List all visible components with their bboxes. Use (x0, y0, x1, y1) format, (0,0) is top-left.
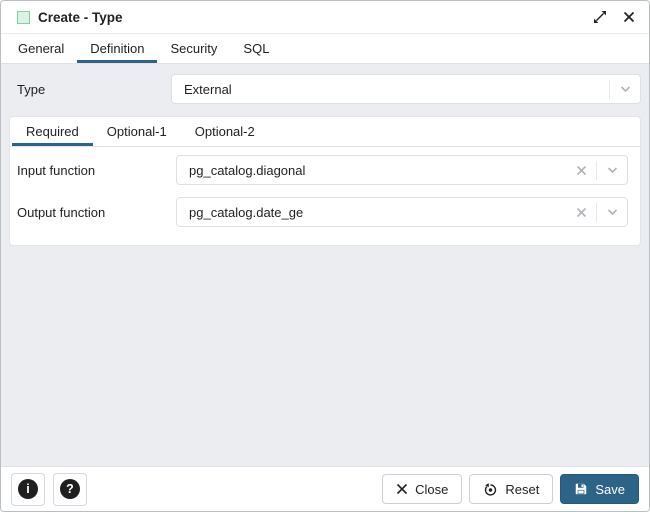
subtab-required[interactable]: Required (12, 117, 93, 146)
type-icon (17, 11, 30, 24)
save-button-label: Save (595, 482, 625, 497)
output-function-row: Output function pg_catalog.date_ge (10, 197, 628, 227)
reset-button-label: Reset (505, 482, 539, 497)
input-function-label: Input function (10, 163, 176, 178)
close-x-icon (396, 483, 408, 495)
subtabbar: Required Optional-1 Optional-2 (10, 117, 640, 147)
tab-sql[interactable]: SQL (230, 34, 282, 63)
input-function-value: pg_catalog.diagonal (189, 163, 576, 178)
reset-icon (483, 482, 498, 497)
subtab-optional-2[interactable]: Optional-2 (181, 117, 269, 146)
chevron-down-icon[interactable] (610, 85, 640, 93)
output-function-select[interactable]: pg_catalog.date_ge (176, 197, 628, 227)
chevron-down-icon[interactable] (597, 208, 627, 216)
maximize-icon[interactable] (593, 10, 607, 24)
help-icon: ? (60, 479, 80, 499)
info-button[interactable]: i (11, 473, 45, 506)
dialog-title: Create - Type (38, 10, 123, 25)
input-function-select[interactable]: pg_catalog.diagonal (176, 155, 628, 185)
dialog-footer: i ? Close (1, 466, 649, 511)
required-subtab-panel: Input function pg_catalog.diagonal (10, 147, 640, 245)
tab-security[interactable]: Security (157, 34, 230, 63)
input-function-row: Input function pg_catalog.diagonal (10, 155, 628, 185)
subtab-optional-1[interactable]: Optional-1 (93, 117, 181, 146)
type-select-value: External (184, 82, 609, 97)
chevron-down-icon[interactable] (597, 166, 627, 174)
tab-definition[interactable]: Definition (77, 34, 157, 63)
info-icon: i (18, 479, 38, 499)
reset-button[interactable]: Reset (469, 474, 553, 504)
create-type-dialog: Create - Type General Definition Securit… (0, 0, 650, 512)
clear-icon[interactable] (576, 165, 587, 176)
main-tabbar: General Definition Security SQL (1, 34, 649, 64)
output-function-value: pg_catalog.date_ge (189, 205, 576, 220)
type-field-row: Type External (9, 74, 641, 104)
close-icon[interactable] (623, 11, 635, 23)
definition-tab-panel: Type External Required Optional-1 Option… (1, 64, 649, 466)
type-select[interactable]: External (171, 74, 641, 104)
close-button-label: Close (415, 482, 448, 497)
help-button[interactable]: ? (53, 473, 87, 506)
output-function-label: Output function (10, 205, 176, 220)
tab-general[interactable]: General (5, 34, 77, 63)
function-subtab-box: Required Optional-1 Optional-2 Input fun… (9, 116, 641, 246)
save-button[interactable]: Save (560, 474, 639, 504)
type-label: Type (9, 82, 171, 97)
dialog-titlebar: Create - Type (1, 1, 649, 34)
clear-icon[interactable] (576, 207, 587, 218)
close-button[interactable]: Close (382, 474, 462, 504)
save-icon (574, 482, 588, 496)
